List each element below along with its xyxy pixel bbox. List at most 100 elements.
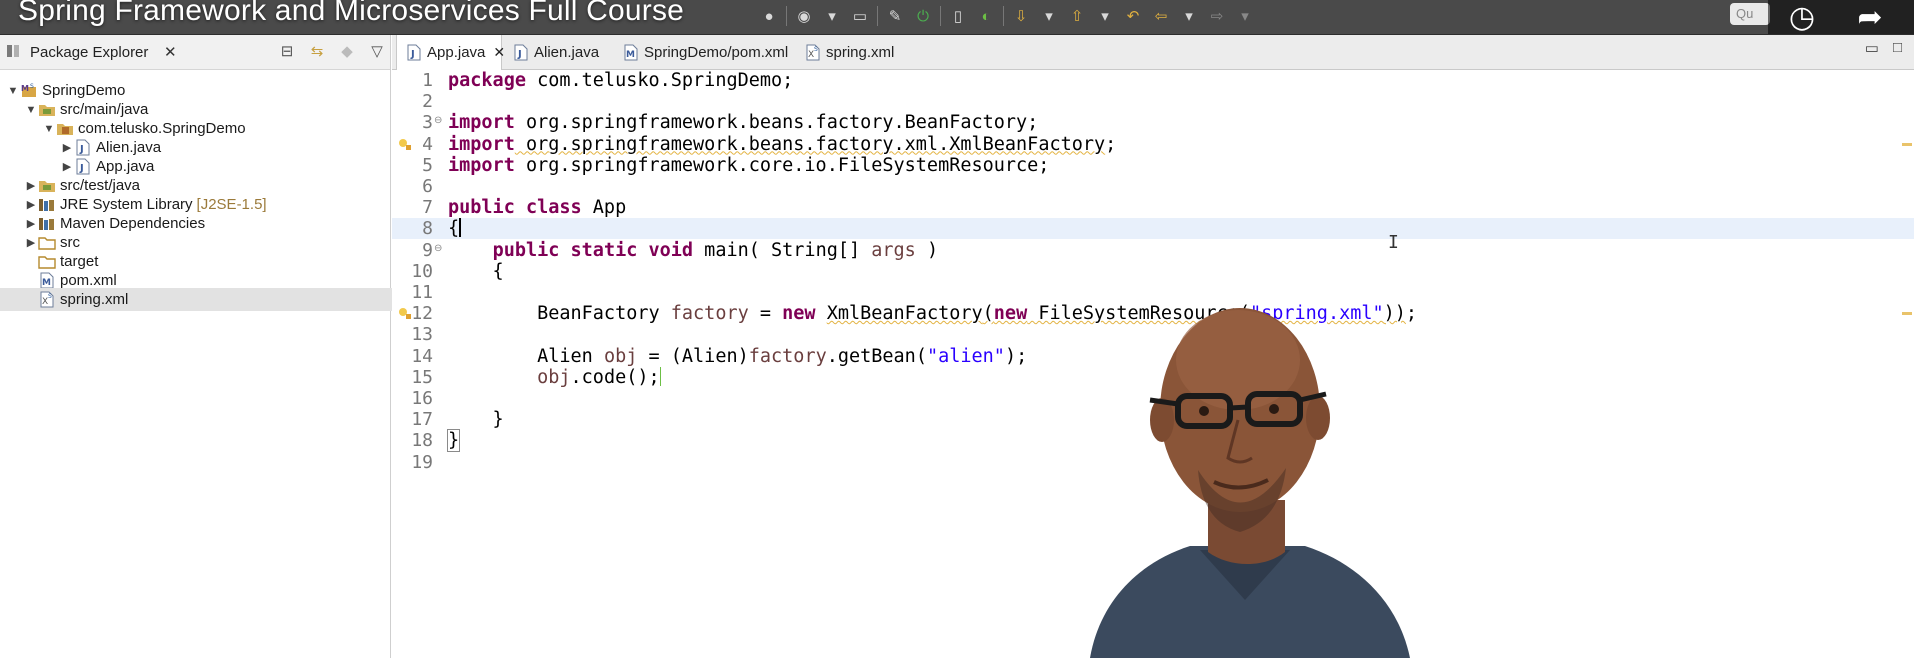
editor-tab-label: SpringDemo/pom.xml [644, 43, 789, 61]
svg-text:J: J [517, 49, 522, 60]
arrow-up-icon[interactable]: ⇧ [1066, 5, 1088, 27]
collapse-arrow-icon[interactable]: ▶ [24, 217, 38, 230]
collapse-arrow-icon[interactable]: ▶ [24, 198, 38, 211]
editor-tab-bar: ▭ □ J App.java ✕ J Alien.java M SpringDemo/pom… [392, 35, 1914, 70]
tree-item[interactable]: X Sspring.xml [0, 288, 410, 311]
warning-token: XmlBeanFactory [949, 133, 1106, 155]
code-line[interactable]: 10 { [392, 261, 1914, 282]
editor-tab[interactable]: M SpringDemo/pom.xml [614, 35, 792, 69]
svg-text:J: J [79, 163, 84, 174]
code-token: org.springframework.beans.factory.BeanFa… [514, 112, 1039, 134]
code-line[interactable]: 5 import org.springframework.core.io.File… [392, 155, 1914, 176]
link-with-editor-icon[interactable]: ⇆ [308, 41, 326, 61]
close-icon[interactable]: ✕ [164, 43, 177, 61]
overview-ruler-warning[interactable] [1902, 142, 1912, 146]
back-history-icon[interactable]: ↶ [1122, 5, 1144, 27]
view-menu-icon[interactable]: ▽ [368, 41, 386, 61]
code-token: ) [915, 239, 939, 261]
svg-text:S: S [30, 83, 34, 90]
library-icon [38, 215, 56, 232]
code-line[interactable]: 6 [392, 176, 1914, 197]
spring-icon[interactable]: ◐ [975, 5, 997, 27]
video-title: Spring Framework and Microservices Full … [18, 0, 685, 27]
tree-item-label: Maven Dependencies [60, 215, 206, 232]
line-number: 18 [411, 430, 433, 452]
forward-arrow-icon[interactable]: ⇨ [1206, 5, 1228, 27]
package-explorer-tab[interactable]: Package Explorer [30, 44, 148, 61]
editor-tab[interactable]: X S spring.xml [796, 35, 906, 69]
chevron-down-icon[interactable]: ▾ [1038, 5, 1060, 27]
warning-icon[interactable] [398, 306, 411, 320]
code-line[interactable]: 7 public class App [392, 197, 1914, 218]
globe-icon[interactable]: ● [758, 5, 780, 27]
clock-icon[interactable]: ◷ [1778, 0, 1826, 34]
line-number: 16 [411, 388, 433, 409]
code-line[interactable]: 1 package com.telusko.SpringDemo; [392, 70, 1914, 91]
code-token: Alien [448, 345, 604, 367]
overview-ruler-warning[interactable] [1902, 312, 1912, 316]
collapse-arrow-icon[interactable]: ▶ [60, 141, 74, 154]
minimize-icon[interactable]: ▭ [1865, 39, 1879, 57]
variable-token: args [871, 239, 916, 261]
tree-item-label: com.telusko.SpringDemo [78, 120, 246, 137]
chevron-down-icon[interactable]: ▾ [1094, 5, 1116, 27]
fold-toggle-icon[interactable]: ⊖ [434, 115, 442, 126]
screen-icon[interactable]: ▭ [849, 5, 871, 27]
tree-item-label: src/main/java [60, 101, 149, 118]
code-text: public class App [448, 197, 626, 218]
back-arrow-icon[interactable]: ⇦ [1150, 5, 1172, 27]
expand-arrow-icon[interactable]: ▼ [6, 85, 20, 97]
quick-access-search[interactable]: Qu [1730, 3, 1770, 25]
keyword-token: import [448, 133, 515, 155]
svg-text:M: M [626, 50, 635, 60]
user-icon[interactable]: ◉ [793, 5, 815, 27]
line-number: 19 [411, 451, 433, 473]
code-text: import org.springframework.beans.factory… [448, 134, 1116, 155]
spring-xml-icon: XS [804, 44, 820, 61]
line-number: 9 [422, 239, 433, 261]
collapse-arrow-icon[interactable]: ▶ [24, 236, 38, 249]
keyword-token: public static void [492, 239, 694, 261]
share-icon[interactable]: ➦ [1846, 0, 1894, 34]
fold-toggle-icon[interactable]: ⊖ [434, 243, 442, 254]
editor-tab[interactable]: J App.java ✕ [396, 35, 505, 70]
editor-tab[interactable]: J Alien.java [504, 35, 610, 69]
keyword-token: import [448, 112, 515, 134]
chevron-down-icon[interactable]: ▾ [1234, 5, 1256, 27]
string-token: "alien" [926, 345, 1005, 367]
code-line[interactable]: 4 import org.springframework.beans.factor… [392, 134, 1914, 155]
layout-icon[interactable]: ▯ [947, 5, 969, 27]
warning-icon[interactable] [398, 137, 411, 151]
pen-icon[interactable]: ✎ [884, 5, 906, 27]
chevron-down-icon[interactable]: ▾ [821, 5, 843, 27]
collapse-all-icon[interactable]: ⊟ [278, 41, 296, 61]
expand-arrow-icon[interactable]: ▼ [24, 104, 38, 116]
code-token: com.telusko.SpringDemo; [525, 70, 794, 91]
code-line[interactable]: 3 ⊖ import org.springframework.beans.facto… [392, 112, 1914, 133]
library-icon [38, 196, 56, 213]
power-icon[interactable]: ⏻ [912, 5, 934, 27]
code-line[interactable]: 2 [392, 91, 1914, 112]
warning-token: XmlBeanFactory [826, 303, 983, 325]
svg-text:S: S [814, 46, 818, 53]
line-number: 11 [411, 282, 433, 303]
ide-toolbar: ● ◉ ▾ ▭ ✎ ⏻ ▯ ◐ ⇩ ▾ ⇧ ▾ ↶ ⇦ ▾ ⇨ ▾ [758, 4, 1256, 28]
code-line[interactable]: 9 ⊖ public static void main( String[] arg… [392, 240, 1914, 261]
spring-xml-icon: XS [38, 291, 56, 308]
code-text: } [448, 409, 504, 430]
collapse-arrow-icon[interactable]: ▶ [60, 160, 74, 173]
maven-project-icon: MS [20, 82, 38, 99]
secondary-caret [659, 366, 661, 386]
expand-arrow-icon[interactable]: ▼ [42, 123, 56, 135]
editor-tab-label: App.java [427, 44, 486, 61]
maximize-icon[interactable]: □ [1893, 39, 1902, 57]
chevron-down-icon[interactable]: ▾ [1178, 5, 1200, 27]
arrow-down-icon[interactable]: ⇩ [1010, 5, 1032, 27]
focus-icon[interactable]: ◆ [338, 41, 356, 61]
java-file-icon: J [74, 139, 92, 156]
svg-text:J: J [410, 49, 415, 60]
collapse-arrow-icon[interactable]: ▶ [24, 179, 38, 192]
line-number: 13 [411, 324, 433, 346]
code-line[interactable]: 8{ [392, 218, 1914, 240]
code-text: } [446, 429, 461, 453]
